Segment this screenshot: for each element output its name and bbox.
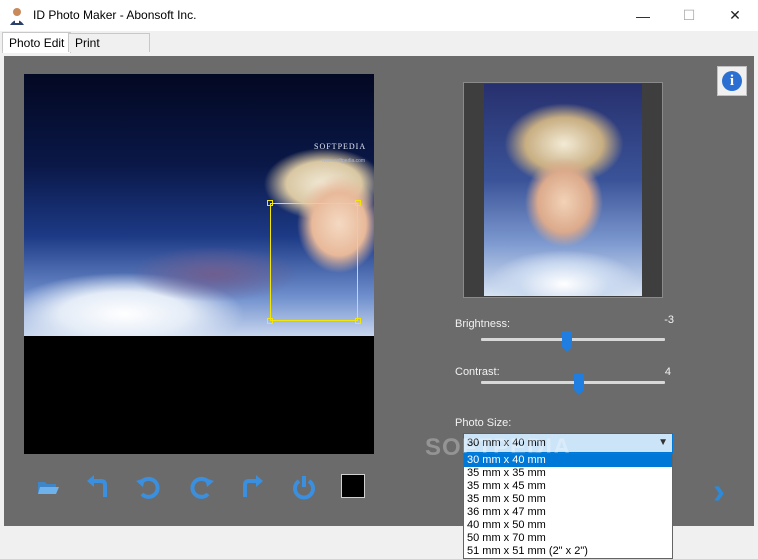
photo-size-option[interactable]: 40 mm x 50 mm — [464, 519, 672, 532]
photo-preview — [463, 82, 663, 298]
tab-strip: Photo Edit Print Preview — [0, 31, 758, 69]
close-button[interactable]: ✕ — [712, 0, 758, 31]
title-bar: ID Photo Maker - Abonsoft Inc. — ☐ ✕ — [0, 0, 758, 31]
app-icon — [10, 8, 24, 25]
photo-size-option[interactable]: 51 mm x 51 mm (2" x 2") — [464, 545, 672, 558]
redo-icon — [243, 475, 263, 497]
maximize-button[interactable]: ☐ — [666, 0, 712, 31]
brightness-label: Brightness: — [455, 318, 511, 330]
redo-button[interactable] — [238, 474, 266, 500]
crop-handle-bottom-right[interactable] — [355, 318, 361, 324]
rotate-left-icon — [136, 476, 160, 499]
background-color-swatch[interactable] — [341, 474, 365, 498]
open-folder-icon — [38, 482, 59, 494]
open-folder-button[interactable] — [34, 474, 62, 500]
crop-handle-top-right[interactable] — [355, 200, 361, 206]
photo-size-option[interactable]: 35 mm x 35 mm — [464, 467, 672, 480]
photo-size-label: Photo Size: — [455, 417, 512, 429]
photo-size-option[interactable]: 50 mm x 70 mm — [464, 532, 672, 545]
rotate-right-icon — [190, 476, 214, 499]
photo-size-option[interactable]: 36 mm x 47 mm — [464, 506, 672, 519]
chevron-right-icon: › — [713, 470, 725, 511]
photo-size-option[interactable]: 35 mm x 45 mm — [464, 480, 672, 493]
undo-icon — [87, 475, 107, 497]
contrast-value: 4 — [664, 366, 671, 378]
tab-photo-edit[interactable]: Photo Edit — [2, 32, 72, 53]
contrast-label: Contrast: — [455, 366, 500, 378]
brightness-slider[interactable] — [481, 338, 665, 341]
reset-button[interactable] — [290, 474, 318, 500]
tab-print-preview[interactable]: Print Preview — [68, 33, 150, 69]
undo-button[interactable] — [84, 474, 112, 500]
rotate-right-button[interactable] — [188, 474, 216, 500]
info-icon: i — [722, 71, 742, 91]
info-button[interactable]: i — [717, 66, 747, 96]
crop-handle-bottom-left[interactable] — [267, 318, 273, 324]
photo-size-option[interactable]: 35 mm x 50 mm — [464, 493, 672, 506]
next-button[interactable]: › — [713, 473, 743, 510]
rotate-left-button[interactable] — [134, 474, 162, 500]
photo-watermark-url: www.softpedia.com — [322, 158, 366, 164]
cropped-preview-image — [484, 84, 642, 296]
brightness-slider-thumb[interactable] — [562, 331, 573, 352]
photo-size-option[interactable]: 30 mm x 40 mm — [464, 454, 672, 467]
chevron-down-icon: ▼ — [658, 437, 668, 448]
contrast-slider-thumb[interactable] — [573, 374, 584, 395]
minimize-button[interactable]: — — [620, 0, 666, 31]
photo-size-dropdown-list: 30 mm x 40 mm 35 mm x 35 mm 35 mm x 45 m… — [463, 453, 673, 559]
photo-watermark-title: SOFTPEDIA — [314, 142, 367, 151]
crop-selection-box[interactable] — [270, 203, 358, 321]
crop-handle-top-left[interactable] — [267, 200, 273, 206]
brightness-value: -3 — [664, 314, 674, 326]
window-title: ID Photo Maker - Abonsoft Inc. — [33, 8, 197, 22]
power-icon — [293, 476, 315, 500]
